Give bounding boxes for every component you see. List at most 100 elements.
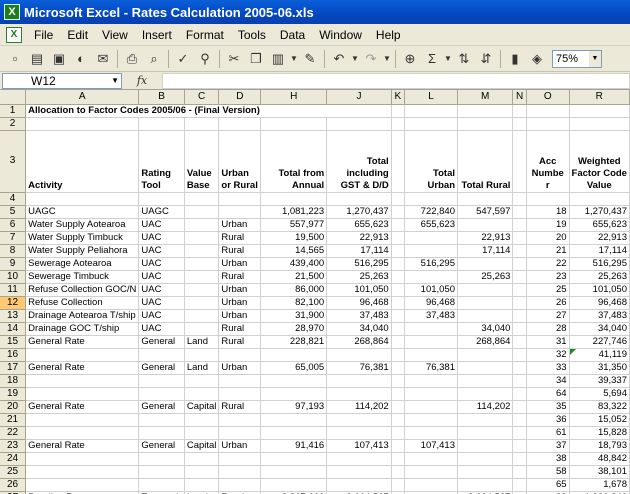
- cell[interactable]: [457, 348, 514, 362]
- cell[interactable]: [184, 257, 220, 271]
- cell[interactable]: [184, 270, 220, 284]
- name-box[interactable]: W12 ▼: [2, 72, 122, 89]
- cell[interactable]: [391, 130, 405, 193]
- paste-icon[interactable]: ▥: [267, 49, 289, 69]
- header-acc-number[interactable]: Acc Numbe r: [526, 130, 570, 193]
- cell[interactable]: 655,623: [404, 218, 459, 232]
- cell[interactable]: Rural: [218, 231, 262, 245]
- cell[interactable]: [391, 439, 405, 453]
- cell[interactable]: [512, 322, 527, 336]
- cell[interactable]: [326, 117, 392, 131]
- row-header[interactable]: 10: [0, 270, 27, 284]
- cell[interactable]: [138, 426, 185, 440]
- column-header[interactable]: K: [391, 90, 405, 105]
- cell[interactable]: [526, 117, 570, 131]
- chevron-down-icon[interactable]: ▼: [111, 74, 119, 88]
- cell[interactable]: Urban: [218, 257, 262, 271]
- cell[interactable]: 516,295: [404, 257, 459, 271]
- header-total-urban[interactable]: Total Urban: [404, 130, 459, 193]
- row-header[interactable]: 20: [0, 400, 27, 414]
- row-header[interactable]: 17: [0, 361, 27, 375]
- cell[interactable]: 1,678: [569, 478, 630, 492]
- cell[interactable]: [138, 478, 185, 492]
- cell[interactable]: UAC: [138, 296, 185, 310]
- cell[interactable]: [391, 478, 405, 492]
- cell[interactable]: 1,081,223: [260, 205, 328, 219]
- cell[interactable]: 41,119: [569, 348, 630, 362]
- cell[interactable]: [391, 309, 405, 323]
- header-value-base[interactable]: Value Base: [184, 130, 220, 193]
- cell[interactable]: Water Supply Timbuck: [25, 231, 140, 245]
- cell[interactable]: 39,337: [569, 374, 630, 388]
- cell[interactable]: 32: [526, 348, 570, 362]
- cell[interactable]: 26: [526, 296, 570, 310]
- paste-dropdown-icon[interactable]: ▼: [289, 54, 299, 63]
- cell[interactable]: [512, 465, 527, 479]
- cell[interactable]: [391, 374, 405, 388]
- cell[interactable]: [457, 104, 514, 118]
- cell[interactable]: [218, 465, 262, 479]
- cell[interactable]: [512, 452, 527, 466]
- header-total-annual[interactable]: Total from Annual: [260, 130, 328, 193]
- cell[interactable]: 58: [526, 465, 570, 479]
- cell[interactable]: 5,694: [569, 387, 630, 401]
- column-header[interactable]: H: [260, 90, 328, 105]
- cell[interactable]: 31,900: [260, 309, 328, 323]
- cell[interactable]: [25, 117, 140, 131]
- cell[interactable]: Urban: [218, 283, 262, 297]
- cell[interactable]: [184, 478, 220, 492]
- cell[interactable]: [512, 374, 527, 388]
- cell[interactable]: 48,842: [569, 452, 630, 466]
- cell[interactable]: 25,263: [326, 270, 392, 284]
- cell[interactable]: 19,500: [260, 231, 328, 245]
- cell[interactable]: [218, 192, 262, 206]
- cell[interactable]: [404, 192, 459, 206]
- cell[interactable]: [526, 104, 570, 118]
- row-header[interactable]: 14: [0, 322, 27, 336]
- cell[interactable]: 23: [526, 270, 570, 284]
- cell[interactable]: 31,350: [569, 361, 630, 375]
- cell[interactable]: Urban: [218, 439, 262, 453]
- cell[interactable]: 38,101: [569, 465, 630, 479]
- row-header[interactable]: 5: [0, 205, 27, 219]
- menu-edit[interactable]: Edit: [61, 25, 96, 45]
- cell[interactable]: 38: [526, 452, 570, 466]
- zoom-select[interactable]: 75% ▼: [552, 49, 602, 68]
- cell[interactable]: [457, 283, 514, 297]
- insert-function-icon[interactable]: fx: [122, 74, 162, 87]
- cell[interactable]: [138, 117, 185, 131]
- sheet-title[interactable]: Allocation to Factor Codes 2005/06 - (Fi…: [25, 104, 392, 118]
- row-header[interactable]: 9: [0, 257, 27, 271]
- header-total-gst[interactable]: Total including GST & D/D: [326, 130, 392, 193]
- column-header[interactable]: O: [526, 90, 570, 105]
- cell[interactable]: UAC: [138, 283, 185, 297]
- cell[interactable]: Water Supply Peliahora: [25, 244, 140, 258]
- cell[interactable]: [457, 465, 514, 479]
- cell[interactable]: 65: [526, 478, 570, 492]
- cell[interactable]: Water Supply Aotearoa: [25, 218, 140, 232]
- cell[interactable]: UAC: [138, 270, 185, 284]
- cell[interactable]: [404, 452, 459, 466]
- cell[interactable]: 268,864: [457, 335, 514, 349]
- row-header[interactable]: 12: [0, 296, 27, 310]
- cell[interactable]: UAGC: [25, 205, 140, 219]
- cell[interactable]: General: [138, 361, 185, 375]
- cell[interactable]: [391, 400, 405, 414]
- cell[interactable]: UAC: [138, 244, 185, 258]
- cell[interactable]: [457, 218, 514, 232]
- cell[interactable]: 114,202: [457, 400, 514, 414]
- cell[interactable]: 25: [526, 283, 570, 297]
- cell[interactable]: [512, 283, 527, 297]
- cell[interactable]: [457, 257, 514, 271]
- row-header[interactable]: 6: [0, 218, 27, 232]
- cell[interactable]: [512, 244, 527, 258]
- cell[interactable]: 34,040: [457, 322, 514, 336]
- cell[interactable]: [391, 244, 405, 258]
- row-header[interactable]: 19: [0, 387, 27, 401]
- cell[interactable]: 268,864: [326, 335, 392, 349]
- cell[interactable]: 18: [526, 205, 570, 219]
- cell[interactable]: [391, 426, 405, 440]
- cell[interactable]: 83,322: [569, 400, 630, 414]
- column-header[interactable]: B: [138, 90, 185, 105]
- cell[interactable]: 96,468: [326, 296, 392, 310]
